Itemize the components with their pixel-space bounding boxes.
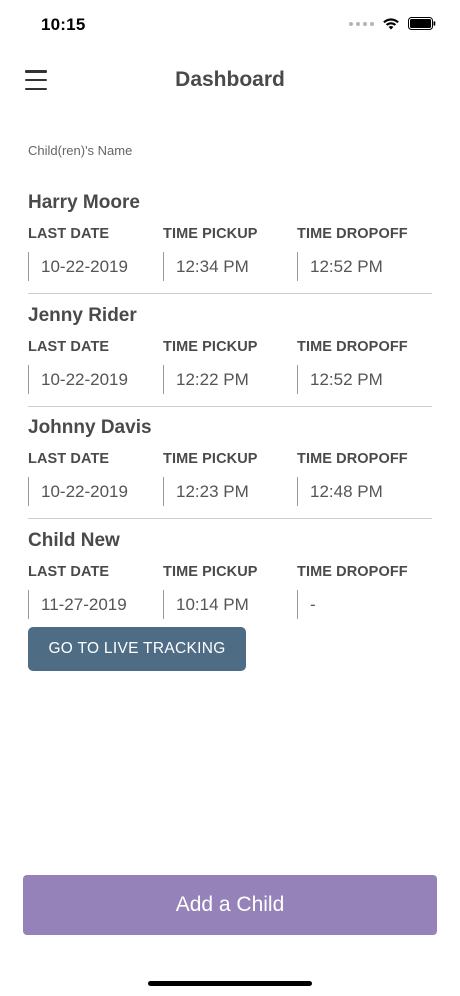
time-pickup-label: TIME PICKUP	[163, 563, 258, 580]
time-pickup-value: 12:22 PM	[163, 364, 293, 394]
child-name: Harry Moore	[28, 192, 140, 213]
time-dropoff-value: 12:52 PM	[297, 252, 427, 281]
time-pickup-label: TIME PICKUP	[163, 338, 258, 355]
status-bar: 10:15	[0, 0, 460, 50]
time-pickup-label: TIME PICKUP	[163, 226, 258, 242]
home-indicator	[148, 981, 312, 986]
child-card: Johnny Davis LAST DATE 10-22-2019 TIME PI…	[28, 395, 432, 519]
child-name: Johnny Davis	[28, 417, 152, 438]
nav-bar: Dashboard	[0, 56, 460, 104]
last-date-label: LAST DATE	[28, 226, 110, 242]
time-dropoff-label: TIME DROPOFF	[297, 563, 408, 580]
time-pickup-label: TIME PICKUP	[163, 451, 258, 467]
child-card: Jenny Rider LAST DATE 10-22-2019 TIME PIC…	[28, 283, 432, 407]
time-dropoff-value: 12:52 PM	[297, 364, 427, 394]
time-pickup-value: 10:14 PM	[163, 589, 293, 619]
child-card: Child New LAST DATE 11-27-2019 TIME PICKU…	[28, 508, 432, 621]
last-date-value: 10-22-2019	[28, 364, 158, 394]
time-dropoff-label: TIME DROPOFF	[297, 226, 408, 242]
signal-dots-icon	[349, 21, 374, 26]
wifi-icon	[382, 17, 400, 30]
last-date-label: LAST DATE	[28, 338, 110, 355]
section-label: Child(ren)'s Name	[28, 143, 133, 158]
last-date-value: 10-22-2019	[28, 252, 158, 281]
status-time: 10:15	[41, 15, 86, 34]
status-icons	[349, 17, 436, 30]
add-child-button[interactable]: Add a Child	[23, 875, 437, 935]
time-pickup-value: 12:34 PM	[163, 252, 293, 281]
go-to-live-tracking-button[interactable]: GO TO LIVE TRACKING	[28, 627, 246, 671]
page-title: Dashboard	[175, 68, 285, 91]
last-date-label: LAST DATE	[28, 451, 110, 467]
last-date-label: LAST DATE	[28, 563, 110, 580]
time-dropoff-value: -	[297, 589, 427, 619]
time-pickup-value: 12:23 PM	[163, 477, 293, 506]
time-dropoff-label: TIME DROPOFF	[297, 451, 408, 467]
last-date-value: 10-22-2019	[28, 477, 158, 506]
child-card: Harry Moore LAST DATE 10-22-2019 TIME PIC…	[28, 170, 432, 294]
child-name: Jenny Rider	[28, 304, 137, 326]
battery-icon	[408, 17, 436, 30]
child-name: Child New	[28, 529, 120, 551]
last-date-value: 11-27-2019	[28, 589, 158, 619]
time-dropoff-value: 12:48 PM	[297, 477, 427, 506]
time-dropoff-label: TIME DROPOFF	[297, 338, 408, 355]
children-list: Child(ren)'s Name Harry Moore LAST DATE 1…	[28, 143, 432, 620]
